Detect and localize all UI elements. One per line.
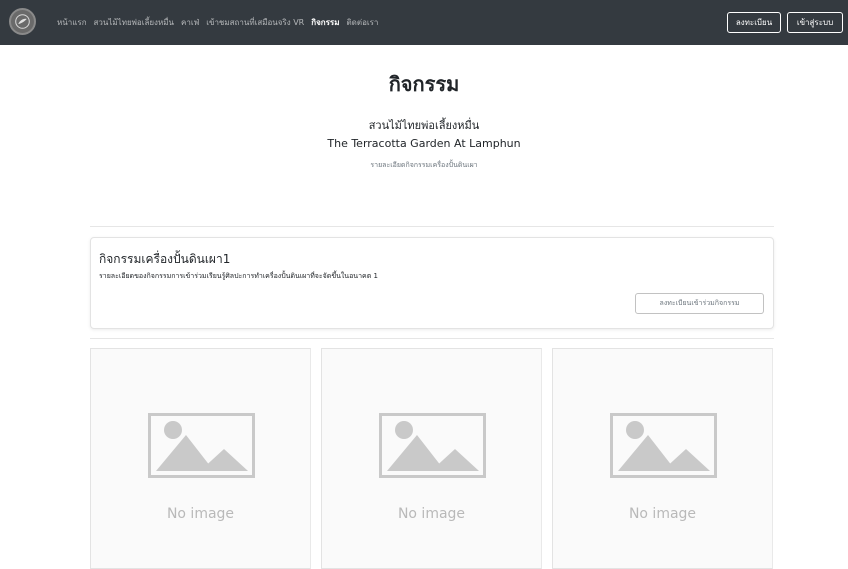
no-image-label: No image: [628, 506, 697, 522]
divider: [90, 338, 774, 339]
garden-name-english: The Terracotta Garden At Lamphun: [327, 137, 521, 150]
image-placeholder-icon: [610, 413, 717, 478]
nav-links: หน้าแรก สวนไม้ไทยพ่อเลี้ยงหมื่น คาเฟ่ เข…: [57, 0, 385, 45]
gallery-card[interactable]: No image: [90, 348, 311, 569]
image-placeholder-icon: [379, 413, 486, 478]
top-navbar: หน้าแรก สวนไม้ไทยพ่อเลี้ยงหมื่น คาเฟ่ เข…: [0, 0, 848, 45]
register-button[interactable]: ลงทะเบียน: [727, 12, 781, 33]
garden-name-thai: สวนไม้ไทยพ่อเลี้ยงหมื่น: [368, 119, 480, 132]
activity-title: กิจกรรมเครื่องปั้นดินเผา1: [99, 252, 231, 266]
activity-card: กิจกรรมเครื่องปั้นดินเผา1 รายละเอียดของก…: [90, 237, 774, 329]
image-placeholder-icon: [148, 413, 255, 478]
nav-link-activities[interactable]: กิจกรรม: [311, 16, 339, 29]
nav-link-cafe[interactable]: คาเฟ่: [181, 16, 199, 29]
nav-link-home[interactable]: หน้าแรก: [57, 16, 87, 29]
garden-logo-icon[interactable]: [9, 8, 36, 35]
join-activity-button[interactable]: ลงทะเบียนเข้าร่วมกิจกรรม: [635, 293, 764, 314]
gallery-card[interactable]: No image: [552, 348, 773, 569]
no-image-label: No image: [166, 506, 235, 522]
nav-link-contact[interactable]: ติดต่อเรา: [346, 16, 378, 29]
nav-link-garden[interactable]: สวนไม้ไทยพ่อเลี้ยงหมื่น: [94, 16, 174, 29]
page-description: รายละเอียดกิจกรรมเครื่องปั้นดินเผา: [370, 161, 478, 169]
gallery-card[interactable]: No image: [321, 348, 542, 569]
page-title: กิจกรรม: [388, 72, 460, 96]
no-image-label: No image: [397, 506, 466, 522]
nav-link-vr-tour[interactable]: เข้าชมสถานที่เสมือนจริง VR: [206, 16, 304, 29]
login-button[interactable]: เข้าสู่ระบบ: [787, 12, 843, 33]
activity-description: รายละเอียดของกิจกรรมการเข้าร่วมเรียนรู้ศ…: [99, 272, 378, 280]
divider: [90, 226, 774, 227]
